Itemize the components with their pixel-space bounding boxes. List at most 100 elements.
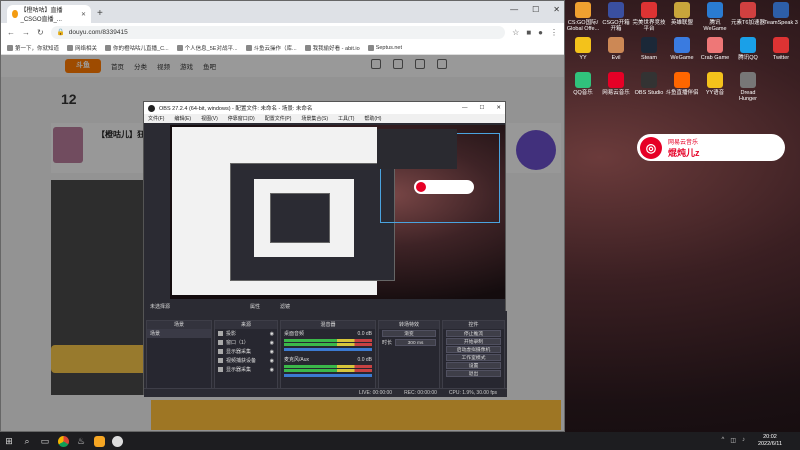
obs-menu-item[interactable]: 编辑(E) xyxy=(174,115,191,122)
desktop-shortcut[interactable]: YY xyxy=(566,37,600,61)
properties-button[interactable]: 属性 xyxy=(250,303,260,310)
bookmark-item[interactable]: 我我偷好看 - abit.io xyxy=(304,44,360,52)
desktop-shortcut[interactable]: 腾讯WeGame xyxy=(698,2,732,32)
desktop-shortcut[interactable]: TeamSpeak 3 xyxy=(764,2,798,26)
bookmark-star-icon[interactable]: ☆ xyxy=(512,28,519,37)
steam-icon[interactable]: ♨ xyxy=(72,432,90,450)
source-item[interactable]: 显示器采集 ◉ xyxy=(215,347,277,356)
source-item[interactable]: 投影 ◉ xyxy=(215,329,277,338)
bookmark-item[interactable]: 网络相关 xyxy=(67,44,97,52)
bookmark-item[interactable]: 个人信息_5E对战平... xyxy=(176,44,238,52)
chrome-icon[interactable] xyxy=(54,432,72,450)
desktop-shortcut[interactable]: CSGO开箱 开箱 xyxy=(599,2,633,32)
windows-start-icon[interactable]: ⊞ xyxy=(0,432,18,450)
desktop-shortcut[interactable]: Crab Game xyxy=(698,37,732,61)
back-icon[interactable]: ← xyxy=(7,28,15,37)
desktop-shortcut[interactable]: Twitter xyxy=(764,37,798,61)
obs-control-button[interactable]: 退出 xyxy=(446,370,501,377)
obs-menu-item[interactable]: 视图(V) xyxy=(201,115,218,122)
desktop-shortcut[interactable]: Dread Hunger xyxy=(731,72,765,102)
desktop-shortcut[interactable]: OBS Studio xyxy=(632,72,666,96)
obs-menu-item[interactable]: 配置文件(P) xyxy=(265,115,292,122)
visibility-icon[interactable]: ◉ xyxy=(270,331,274,337)
visibility-icon[interactable]: ◉ xyxy=(270,349,274,355)
visibility-icon[interactable]: ◉ xyxy=(270,367,274,373)
bookmark-item[interactable]: 斗鱼云操作（库... xyxy=(245,44,297,52)
menu-icon[interactable]: ⋮ xyxy=(550,28,558,37)
no-source-label: 未选择源 xyxy=(150,303,171,310)
volume-icon[interactable]: ♪ xyxy=(742,437,745,444)
obs-menu-item[interactable]: 场景集合(S) xyxy=(301,115,328,122)
desktop-shortcut[interactable]: 完美世界竞技 平台 xyxy=(632,2,666,32)
source-item[interactable]: 窗口（1） ◉ xyxy=(215,338,277,347)
obs-control-button[interactable]: 停止推流 xyxy=(446,330,501,337)
desktop-shortcut[interactable]: 腾讯QQ xyxy=(731,37,765,61)
clock[interactable]: 20:02 2022/6/11 xyxy=(758,434,782,448)
desktop-shortcut[interactable]: WeGame xyxy=(665,37,699,61)
obs-menu-item[interactable]: 工具(T) xyxy=(338,115,354,122)
obs-control-button[interactable]: 启动虚拟摄像机 xyxy=(446,346,501,353)
profile-icon[interactable]: ● xyxy=(538,28,543,37)
reload-icon[interactable]: ↻ xyxy=(37,28,44,37)
source-label: 窗口（1） xyxy=(226,340,249,346)
scene-item[interactable]: 场景 xyxy=(147,329,211,338)
browser-tab[interactable]: 【橙咕咕】直播_CSGO直播_... ✕ xyxy=(7,5,91,23)
obs-preview[interactable] xyxy=(170,125,505,299)
obs-close-button[interactable]: ✕ xyxy=(496,105,501,111)
close-tab-icon[interactable]: ✕ xyxy=(81,11,86,18)
new-tab-button[interactable]: + xyxy=(97,8,103,19)
filters-button[interactable]: 滤镜 xyxy=(280,303,290,310)
extension-icon[interactable]: ■ xyxy=(526,28,531,37)
bookmark-favicon-icon xyxy=(245,44,252,51)
obs-icon[interactable] xyxy=(108,432,126,450)
volume-slider[interactable] xyxy=(284,348,372,351)
obs-control-button[interactable]: 开始录制 xyxy=(446,338,501,345)
obs-maximize-button[interactable]: ☐ xyxy=(479,105,484,111)
system-tray: ^ ◫ ♪ xyxy=(722,437,746,444)
address-bar[interactable]: 🔒 douyu.com/8339415 xyxy=(50,25,506,39)
source-type-icon xyxy=(218,367,223,372)
forward-icon[interactable]: → xyxy=(22,28,30,37)
tab-bar: 【橙咕咕】直播_CSGO直播_... ✕ + — ☐ ✕ xyxy=(1,1,564,23)
desktop-shortcut[interactable]: YY语音 xyxy=(698,72,732,96)
desktop-shortcut[interactable]: Steam xyxy=(632,37,666,61)
obs-control-button[interactable]: 工作室模式 xyxy=(446,354,501,361)
music-widget[interactable]: ◎ 网易云音乐 焜炖儿z xyxy=(637,134,785,161)
tray-arrow-icon[interactable]: ^ xyxy=(722,437,725,444)
desktop-shortcut[interactable]: 网易云音乐 xyxy=(599,72,633,96)
source-item[interactable]: 显示器采集 ◉ xyxy=(215,365,277,374)
maximize-button[interactable]: ☐ xyxy=(532,5,539,14)
desktop-shortcut[interactable]: 英雄联盟 xyxy=(665,2,699,26)
obs-minimize-button[interactable]: — xyxy=(462,105,468,111)
sources-header: 来源 xyxy=(215,321,277,329)
close-window-button[interactable]: ✕ xyxy=(553,5,560,14)
obs-menu-item[interactable]: 帮助(H) xyxy=(364,115,381,122)
search-icon[interactable]: ⌕ xyxy=(18,432,36,450)
duration-input[interactable]: 300 ms xyxy=(395,339,436,346)
minimize-button[interactable]: — xyxy=(510,5,518,14)
source-type-icon xyxy=(218,331,223,336)
taskbar: ⊞ ⌕ ▭ ♨ ^ ◫ ♪ 20:02 2022/6/11 xyxy=(0,432,800,450)
transition-select[interactable]: 渐变 xyxy=(382,330,436,337)
desktop-shortcut[interactable]: Evil xyxy=(599,37,633,61)
volume-slider[interactable] xyxy=(284,374,372,377)
bookmark-label: 网络相关 xyxy=(75,45,98,52)
obs-menu-item[interactable]: 文件(F) xyxy=(148,115,164,122)
bookmark-item[interactable]: Septus.net xyxy=(367,44,402,51)
visibility-icon[interactable]: ◉ xyxy=(270,358,274,364)
douyu-icon[interactable] xyxy=(90,432,108,450)
desktop-shortcut[interactable]: CS:GO国际/ Global Offe... xyxy=(566,2,600,32)
bookmark-item[interactable]: 你的橙咕咕儿直播_C... xyxy=(105,44,169,52)
obs-control-button[interactable]: 设置 xyxy=(446,362,501,369)
network-icon[interactable]: ◫ xyxy=(730,437,736,444)
desktop-shortcut[interactable]: QQ音乐 xyxy=(566,72,600,96)
visibility-icon[interactable]: ◉ xyxy=(270,340,274,346)
desktop-shortcut-label: 网易云音乐 xyxy=(602,90,630,96)
task-view-icon[interactable]: ▭ xyxy=(36,432,54,450)
obs-menu-item[interactable]: 停靠窗口(D) xyxy=(228,115,255,122)
desktop-shortcut[interactable]: 元素T6加速器 xyxy=(731,2,765,26)
bookmark-item[interactable]: 第一下，你就知道 xyxy=(7,44,59,52)
source-toolbar: 未选择源 属性 滤镜 xyxy=(144,301,507,311)
source-item[interactable]: 视频捕获设备 ◉ xyxy=(215,356,277,365)
desktop-shortcut[interactable]: 斗鱼直播伴侣 xyxy=(665,72,699,96)
